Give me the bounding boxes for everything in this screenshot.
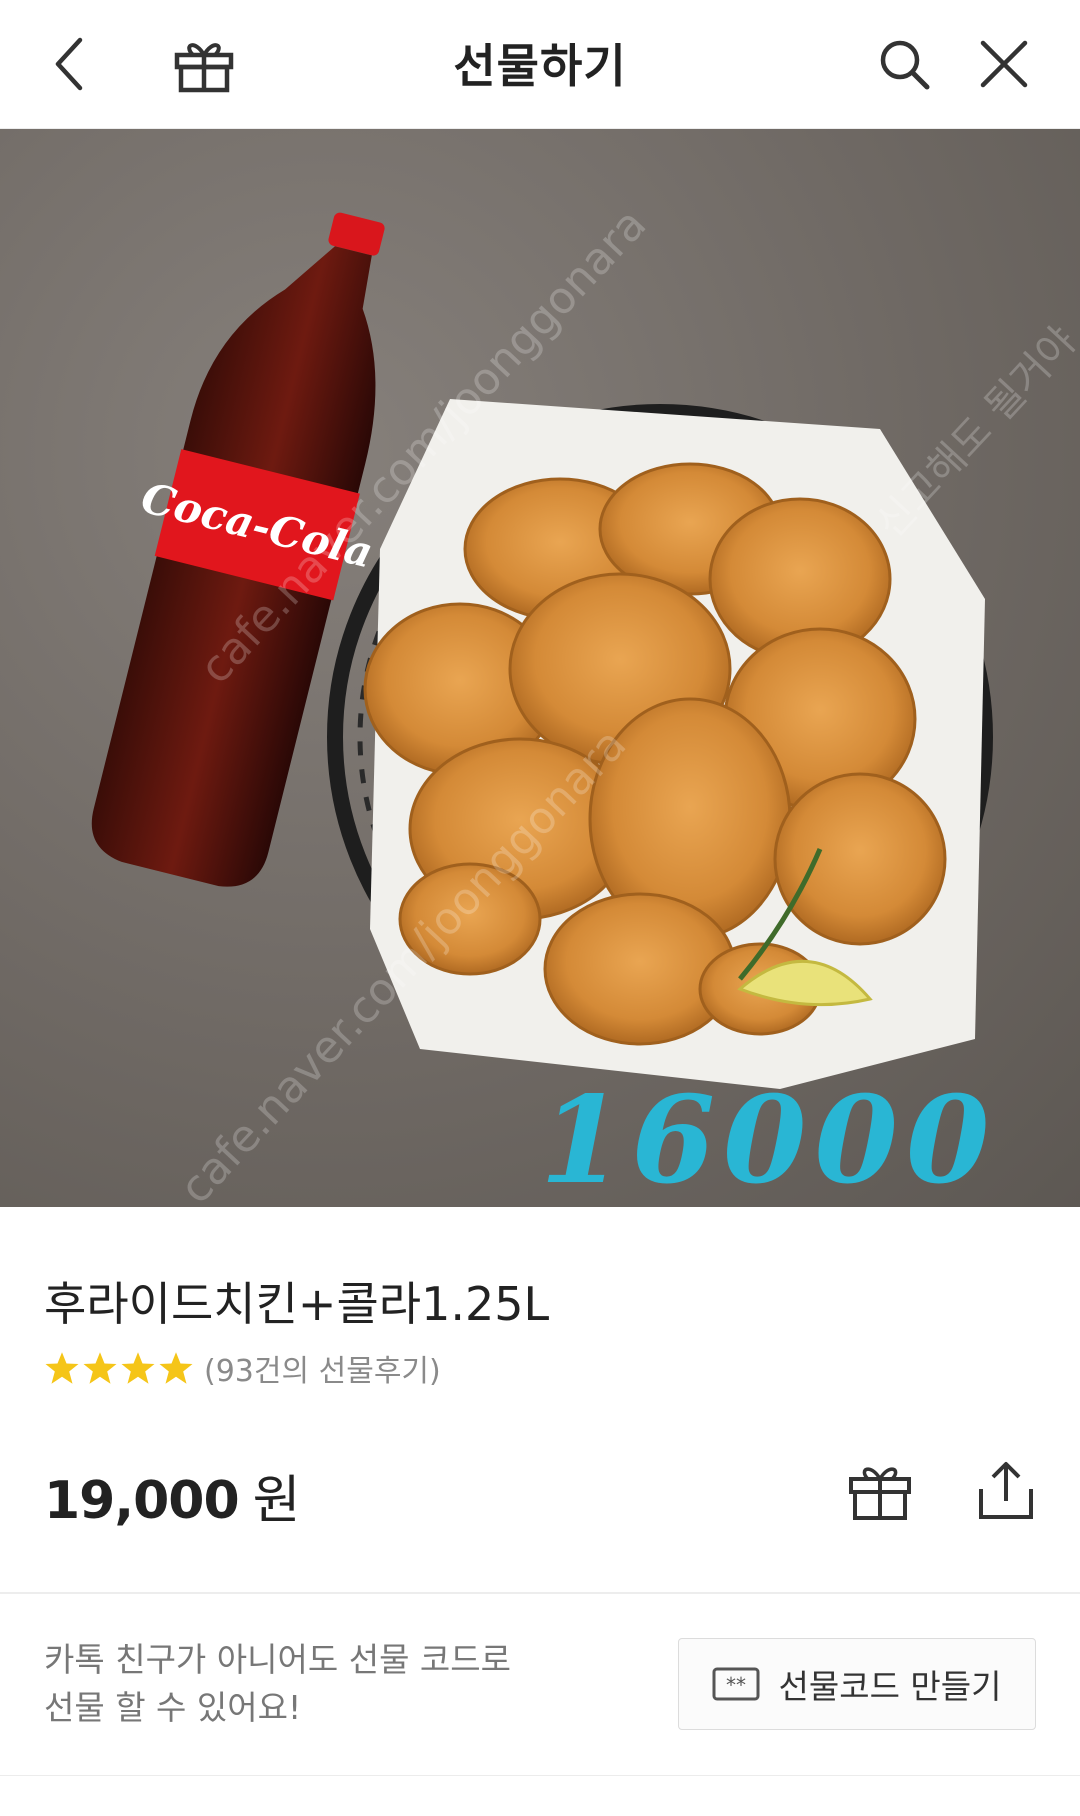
product-rating[interactable]: (93건의 선물후기) xyxy=(44,1346,441,1390)
svg-text:**: ** xyxy=(726,1673,746,1697)
price-currency: 원 xyxy=(252,1471,301,1531)
gift-code-icon: ** xyxy=(712,1667,760,1701)
star-icon xyxy=(45,1352,79,1384)
star-icon xyxy=(83,1352,117,1384)
bottom-divider xyxy=(0,1775,1080,1776)
price-value: 19,000 xyxy=(44,1471,240,1531)
share-button[interactable] xyxy=(966,1450,1046,1530)
promo-line-2: 선물 할 수 있어요! xyxy=(44,1688,302,1727)
star-icon xyxy=(121,1352,155,1384)
share-icon xyxy=(979,1462,1033,1519)
promo-line-1: 카톡 친구가 아니어도 선물 코드로 xyxy=(44,1640,511,1679)
section-divider xyxy=(0,1592,1080,1594)
star-icon xyxy=(159,1352,193,1384)
create-gift-code-label: 선물코드 만들기 xyxy=(778,1667,1002,1706)
product-price: 19,000 원 xyxy=(44,1458,301,1533)
product-name: 후라이드치킨+콜라1.25L xyxy=(44,1277,550,1331)
gift-button[interactable] xyxy=(840,1450,920,1530)
top-bar: 선물하기 xyxy=(0,0,1080,129)
search-button[interactable] xyxy=(868,28,940,100)
gift-code-promo: 카톡 친구가 아니어도 선물 코드로 선물 할 수 있어요! xyxy=(44,1636,511,1732)
create-gift-code-button[interactable]: ** 선물코드 만들기 xyxy=(678,1638,1036,1730)
image-price-text: 16000 xyxy=(540,1070,998,1211)
close-button[interactable] xyxy=(968,28,1040,100)
gift-icon xyxy=(849,1467,911,1520)
search-icon xyxy=(880,40,930,90)
product-image[interactable]: Coca-Cola cafe.naver.com/joonggonara 신고해… xyxy=(0,129,1080,1207)
close-icon xyxy=(980,40,1028,88)
review-count[interactable]: (93건의 선물후기) xyxy=(204,1346,441,1390)
